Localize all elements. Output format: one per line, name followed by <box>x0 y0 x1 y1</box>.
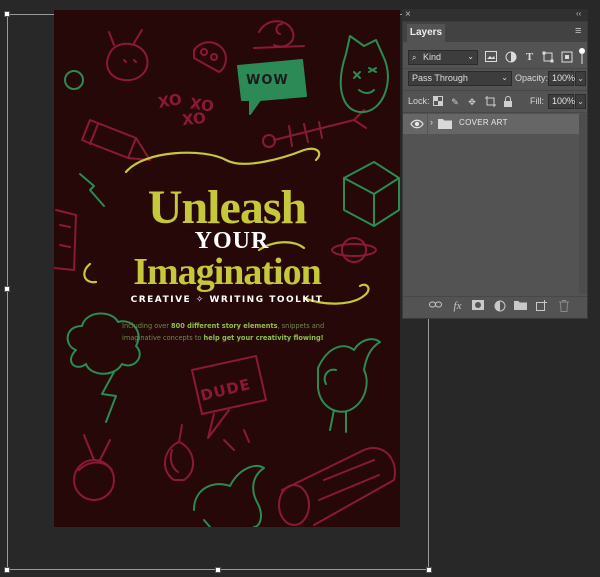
folder-icon <box>438 119 452 129</box>
close-panel-icon[interactable]: × <box>405 9 411 20</box>
filter-toggle-switch[interactable] <box>579 48 585 65</box>
panel-title-bar[interactable] <box>402 9 588 21</box>
lock-position-icon[interactable]: ✥ <box>466 96 478 108</box>
cover-subtitle: CREATIVE ✧ WRITING TOOLKIT <box>130 295 324 305</box>
layer-row-cover-art[interactable]: › COVER ART <box>403 114 579 134</box>
layers-scrollbar[interactable] <box>579 114 587 294</box>
transform-handle-bottom-right[interactable] <box>426 567 432 573</box>
image-filter-icon[interactable] <box>484 51 497 64</box>
lock-all-icon[interactable] <box>502 96 514 108</box>
cover-title-imagination: Imagination <box>133 251 321 293</box>
filter-kind-label: Kind <box>423 52 442 62</box>
xo-doodle-3: XO <box>181 108 207 130</box>
delete-icon[interactable] <box>557 300 570 313</box>
cover-title-unleash: Unleash <box>147 181 307 234</box>
chevron-right-icon[interactable]: › <box>430 117 433 127</box>
layer-name: COVER ART <box>459 118 508 127</box>
speech-bubble-text: WOW <box>246 73 289 88</box>
collapse-panel-icon[interactable]: ‹‹ <box>576 9 581 18</box>
fill-dropdown-button[interactable]: ⌄ <box>575 94 586 109</box>
lock-label: Lock: <box>408 96 430 106</box>
layers-bottom-toolbar: fx <box>403 297 587 317</box>
shape-filter-icon[interactable] <box>541 51 554 64</box>
type-filter-icon[interactable]: T <box>523 51 536 64</box>
filter-kind-select[interactable]: ⌕ Kind ⌄ <box>408 50 478 65</box>
transform-handle-bottom-left[interactable] <box>4 567 10 573</box>
link-layers-icon[interactable] <box>429 300 442 313</box>
lock-transparent-pixels-icon[interactable] <box>432 96 444 108</box>
transform-handle-top-left[interactable] <box>4 11 10 17</box>
adjustment-filter-icon[interactable] <box>504 51 517 64</box>
chevron-down-icon: ⌄ <box>501 73 508 82</box>
chevron-down-icon: ⌄ <box>467 52 474 61</box>
layers-panel: Layers ≡ ⌕ Kind ⌄ T Pass Through ⌄ Opaci… <box>402 21 588 319</box>
lock-artboard-icon[interactable] <box>484 96 496 108</box>
new-layer-icon[interactable] <box>535 300 548 313</box>
tab-layers[interactable]: Layers <box>407 24 445 42</box>
new-group-icon[interactable] <box>514 300 527 313</box>
search-icon: ⌕ <box>412 53 417 62</box>
fill-label: Fill: <box>530 96 544 106</box>
panel-menu-icon[interactable]: ≡ <box>575 25 581 37</box>
blend-mode-select[interactable]: Pass Through ⌄ <box>408 71 512 86</box>
smart-object-filter-icon[interactable] <box>560 51 573 64</box>
panel-tab-bar: Layers ≡ <box>403 22 587 42</box>
opacity-dropdown-button[interactable]: ⌄ <box>575 71 586 86</box>
fill-input[interactable]: 100% <box>548 94 575 109</box>
opacity-input[interactable]: 100% <box>548 71 575 86</box>
adjustment-layer-icon[interactable] <box>493 300 506 313</box>
transform-handle-middle-left[interactable] <box>4 286 10 292</box>
transform-handle-bottom-center[interactable] <box>215 567 221 573</box>
cover-description: Including over 800 different story eleme… <box>122 322 325 342</box>
visibility-eye-icon[interactable] <box>410 117 424 131</box>
cover-artwork[interactable]: WOW XO XO XO DUDE Unleash YOUR Imaginati… <box>54 10 400 527</box>
fx-icon[interactable]: fx <box>451 300 464 313</box>
blend-mode-value: Pass Through <box>412 73 468 83</box>
opacity-label: Opacity: <box>515 73 549 83</box>
mask-icon[interactable] <box>471 300 484 313</box>
lock-image-pixels-icon[interactable]: ✎ <box>449 96 461 108</box>
